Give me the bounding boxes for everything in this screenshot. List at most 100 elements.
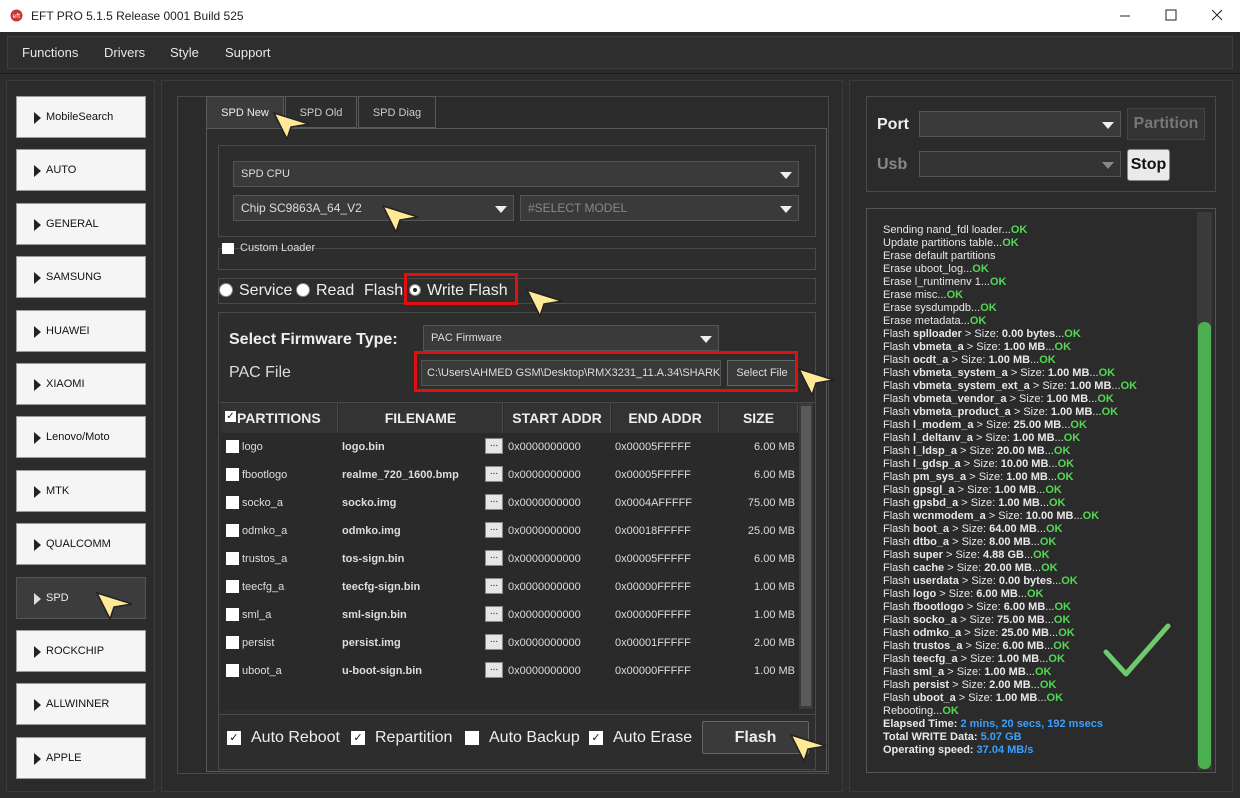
browse-button[interactable]: ...: [485, 438, 503, 454]
partition-button[interactable]: Partition: [1127, 108, 1205, 140]
log-status-ok: OK: [942, 705, 959, 717]
model-select[interactable]: #SELECT MODEL: [520, 195, 799, 221]
sidebar-item-allwinner[interactable]: ALLWINNER: [16, 683, 146, 726]
browse-button[interactable]: ...: [485, 466, 503, 482]
sidebar-item-samsung[interactable]: SAMSUNG: [16, 256, 146, 299]
table-row[interactable]: persist persist.img... 0x0000000000 0x00001…: [221, 629, 799, 657]
row-checkbox[interactable]: [226, 440, 239, 453]
row-checkbox[interactable]: [226, 468, 239, 481]
header-filename[interactable]: FILENAME: [339, 403, 503, 433]
cpu-select[interactable]: SPD CPU: [233, 161, 799, 187]
stop-button[interactable]: Stop: [1127, 149, 1170, 181]
menu-support[interactable]: Support: [225, 45, 271, 60]
menu-functions[interactable]: Functions: [22, 45, 78, 60]
end-addr: 0x00001FFFFF: [615, 637, 691, 649]
sidebar-item-lenovo-moto[interactable]: Lenovo/Moto: [16, 416, 146, 459]
custom-loader-checkbox[interactable]: [222, 243, 234, 254]
select-all-checkbox[interactable]: ✓: [225, 411, 236, 422]
table-scrollbar[interactable]: [799, 403, 813, 709]
row-checkbox[interactable]: [226, 636, 239, 649]
browse-button[interactable]: ...: [485, 606, 503, 622]
log-text: Erase sysdumpdb...: [883, 302, 981, 314]
table-row[interactable]: fbootlogo realme_720_1600.bmp... 0x0000000…: [221, 461, 799, 489]
table-row[interactable]: socko_a socko.img... 0x0000000000 0x0004AFF…: [221, 489, 799, 517]
log-status-ok: OK: [1120, 380, 1138, 392]
file-name: sml-sign.bin: [342, 609, 407, 621]
browse-button[interactable]: ...: [485, 494, 503, 510]
sidebar-item-huawei[interactable]: HUAWEI: [16, 309, 146, 352]
row-checkbox[interactable]: [226, 580, 239, 593]
row-checkbox[interactable]: [226, 524, 239, 537]
read-radio[interactable]: [296, 283, 310, 297]
header-start-addr[interactable]: START ADDR: [504, 403, 611, 433]
row-checkbox[interactable]: [226, 608, 239, 621]
auto-backup-checkbox[interactable]: [465, 731, 479, 745]
firmware-type-select[interactable]: PAC Firmware: [423, 325, 719, 351]
row-checkbox[interactable]: [226, 664, 239, 677]
close-button[interactable]: [1194, 0, 1240, 32]
pac-file-highlight: [414, 351, 798, 392]
row-checkbox[interactable]: [226, 496, 239, 509]
log-ellipsis: ...: [1017, 588, 1027, 600]
header-end-addr[interactable]: END ADDR: [612, 403, 719, 433]
log-line: Erase misc...OK: [883, 289, 963, 302]
header-partitions[interactable]: PARTITIONS: [221, 403, 338, 433]
write-flash-highlight: [404, 273, 518, 305]
log-partition: sml_a: [912, 666, 945, 678]
log-text: Erase l_runtimenv 1...: [883, 276, 990, 288]
browse-button[interactable]: ...: [485, 578, 503, 594]
sidebar-item-mtk[interactable]: MTK: [16, 469, 146, 512]
port-select[interactable]: [919, 111, 1121, 137]
log-text: Flash: [883, 510, 913, 522]
log-scrollbar[interactable]: [1197, 212, 1212, 770]
tab-spd-diag[interactable]: SPD Diag: [358, 96, 436, 128]
repartition-checkbox[interactable]: ✓: [351, 731, 365, 745]
auto-reboot-checkbox[interactable]: ✓: [227, 731, 241, 745]
chip-select[interactable]: Chip SC9863A_64_V2: [233, 195, 514, 221]
sidebar-item-rockchip[interactable]: ROCKCHIP: [16, 630, 146, 672]
log-partition: uboot_a: [912, 692, 956, 704]
log-text: Flash: [883, 653, 913, 665]
table-row[interactable]: uboot_a u-boot-sign.bin... 0x0000000000 0x0…: [221, 657, 799, 685]
browse-button[interactable]: ...: [485, 634, 503, 650]
table-row[interactable]: trustos_a tos-sign.bin... 0x0000000000 0x00…: [221, 545, 799, 573]
browse-button[interactable]: ...: [485, 550, 503, 566]
end-addr: 0x00000FFFFF: [615, 665, 691, 677]
log-ellipsis: ...: [1023, 549, 1034, 561]
menu-drivers[interactable]: Drivers: [104, 45, 145, 60]
maximize-button[interactable]: [1148, 0, 1194, 32]
sidebar-item-qualcomm[interactable]: QUALCOMM: [16, 523, 146, 566]
sidebar-item-label: SAMSUNG: [46, 271, 102, 284]
table-row[interactable]: sml_a sml-sign.bin... 0x0000000000 0x00000F…: [221, 601, 799, 629]
sidebar-item-apple[interactable]: APPLE: [16, 736, 146, 779]
table-scrollbar-thumb[interactable]: [801, 406, 811, 706]
file-name: tos-sign.bin: [342, 553, 405, 565]
log-partition: l_deltanv_a: [912, 432, 973, 444]
log-ellipsis: ...: [1092, 406, 1102, 418]
usb-select[interactable]: [919, 151, 1121, 177]
log-size-value: 1.00 MB: [1003, 341, 1046, 353]
sidebar-item-general[interactable]: GENERAL: [16, 202, 146, 245]
auto-erase-checkbox[interactable]: ✓: [589, 731, 603, 745]
table-row[interactable]: odmko_a odmko.img... 0x0000000000 0x00018FF…: [221, 517, 799, 545]
log-size-label: > Size:: [1029, 380, 1070, 392]
header-size[interactable]: SIZE: [720, 403, 798, 433]
log-text: Sending nand_fdl loader...: [883, 224, 1011, 236]
repartition-label: Repartition: [375, 729, 453, 746]
log-status-ok: OK: [972, 263, 989, 275]
minimize-button[interactable]: [1102, 0, 1148, 32]
browse-button[interactable]: ...: [485, 662, 503, 678]
play-icon: [34, 218, 41, 231]
close-icon: [1211, 9, 1223, 21]
log-scrollbar-thumb[interactable]: [1198, 322, 1211, 769]
menu-style[interactable]: Style: [170, 45, 199, 60]
log-size-label: > Size:: [957, 445, 998, 457]
sidebar-item-mobilesearch[interactable]: MobileSearch: [16, 96, 146, 138]
browse-button[interactable]: ...: [485, 522, 503, 538]
service-radio[interactable]: [219, 283, 233, 297]
table-row[interactable]: logo logo.bin... 0x0000000000 0x00005FFFFF 6…: [221, 433, 799, 461]
row-checkbox[interactable]: [226, 552, 239, 565]
sidebar-item-auto[interactable]: AUTO: [16, 149, 146, 192]
sidebar-item-xiaomi[interactable]: XIAOMI: [16, 363, 146, 405]
table-row[interactable]: teecfg_a teecfg-sign.bin... 0x0000000000 0x…: [221, 573, 799, 601]
